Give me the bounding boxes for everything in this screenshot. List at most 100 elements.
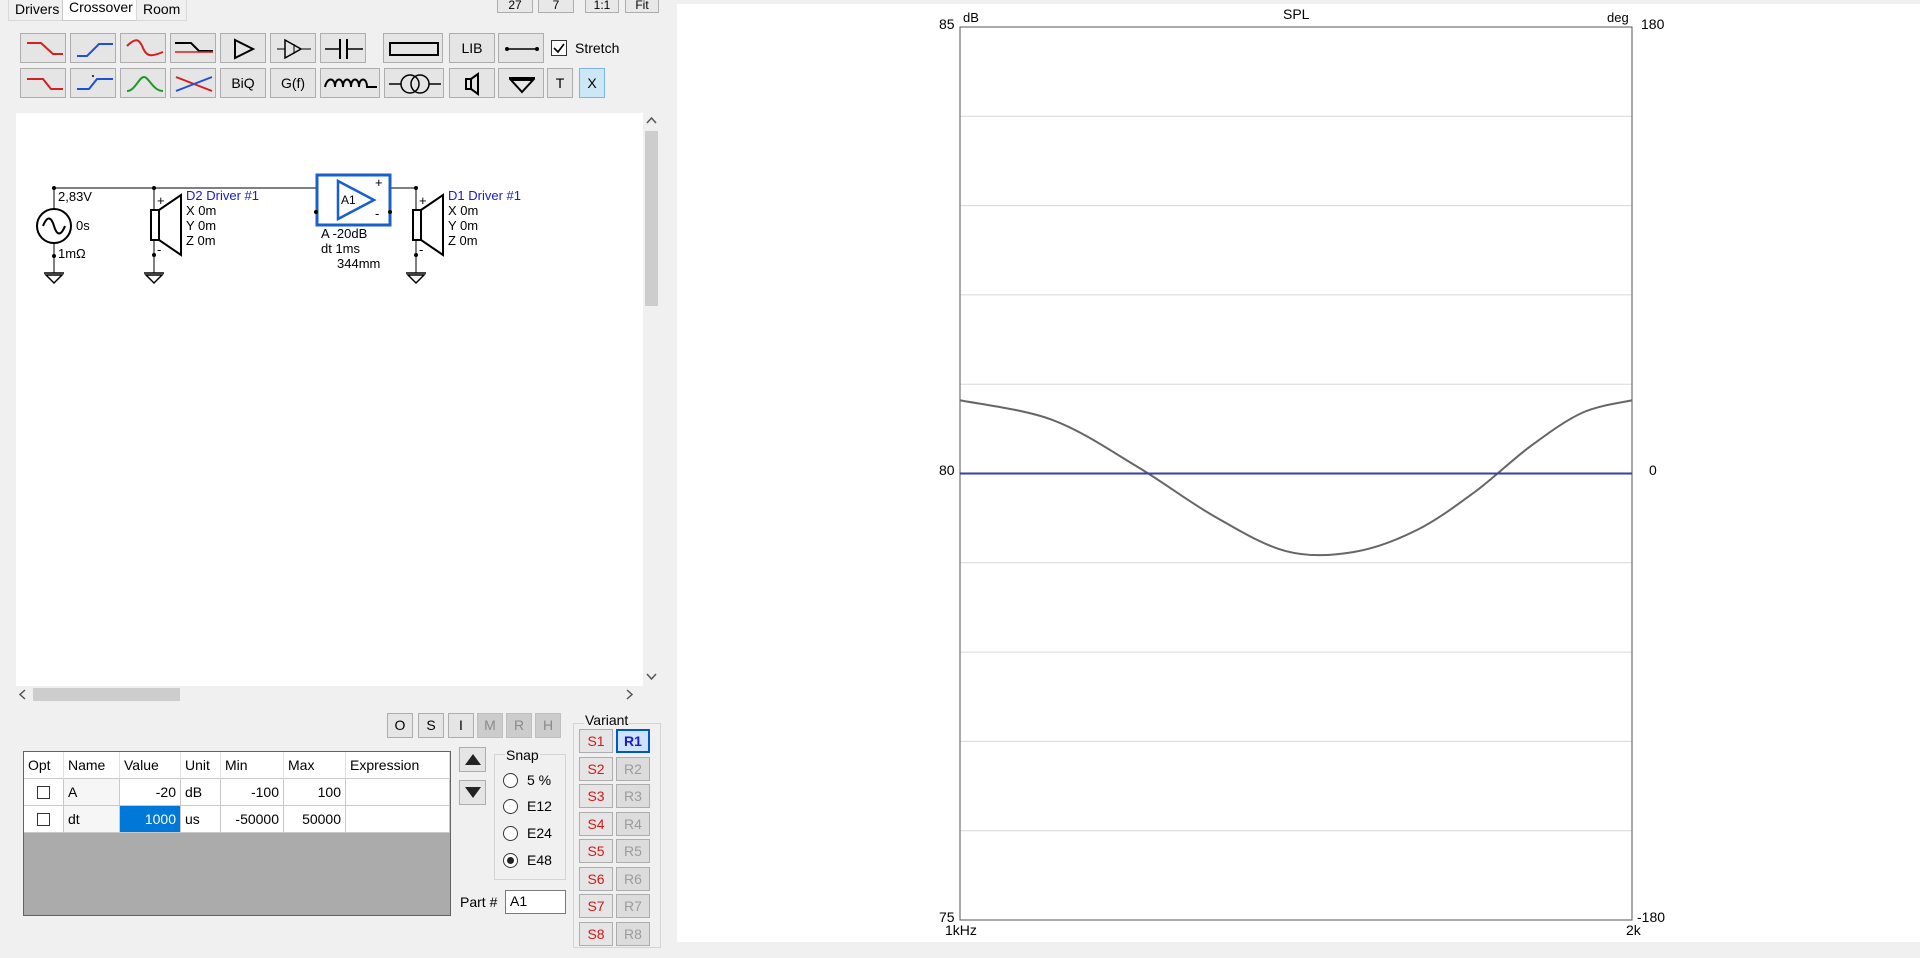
resistor-tool-button[interactable] bbox=[383, 33, 443, 63]
row-a-min[interactable]: -100 bbox=[221, 779, 284, 806]
snap-e48-label: E48 bbox=[527, 852, 552, 868]
variant-s6-button[interactable]: S6 bbox=[579, 866, 613, 891]
move-down-button[interactable] bbox=[459, 780, 486, 805]
table-row-opt-cell[interactable] bbox=[24, 806, 64, 833]
lowpass2-tool-button[interactable] bbox=[20, 68, 66, 98]
shelf-tool-button[interactable] bbox=[170, 33, 216, 63]
highpass2-tool-button[interactable] bbox=[70, 68, 116, 98]
speaker-tool-button[interactable] bbox=[449, 68, 495, 98]
chart-title: SPL bbox=[1283, 6, 1310, 22]
variant-s8-button[interactable]: S8 bbox=[579, 921, 613, 946]
row-a-name[interactable]: A bbox=[64, 779, 120, 806]
row-a-max[interactable]: 100 bbox=[284, 779, 346, 806]
tab-crossover[interactable]: Crossover bbox=[62, 0, 140, 21]
row-dt-opt-checkbox[interactable] bbox=[37, 813, 50, 826]
transformer-tool-button[interactable] bbox=[384, 68, 444, 98]
variant-s1-button[interactable]: S1 bbox=[579, 729, 613, 753]
table-row-opt-cell[interactable] bbox=[24, 779, 64, 806]
snap-e24-label: E24 bbox=[527, 825, 552, 841]
y-tick-left-85: 85 bbox=[939, 16, 955, 32]
tab-drivers[interactable]: Drivers bbox=[8, 0, 67, 21]
text-tool-button[interactable]: T bbox=[547, 68, 573, 98]
zoom-fit-button[interactable]: Fit bbox=[625, 0, 659, 13]
variant-r7-button[interactable]: R7 bbox=[616, 894, 650, 918]
mode-o-button[interactable]: O bbox=[387, 713, 413, 738]
row-a-value[interactable]: -20 bbox=[120, 779, 181, 806]
row-dt-min[interactable]: -50000 bbox=[221, 806, 284, 833]
capacitor-tool-button[interactable] bbox=[320, 33, 366, 63]
zoom-27-button[interactable]: 27 bbox=[497, 0, 533, 13]
zoom-7-button[interactable]: 7 bbox=[538, 0, 574, 13]
schematic-vertical-scrollbar[interactable] bbox=[643, 113, 660, 686]
vertical-scroll-thumb[interactable] bbox=[645, 131, 658, 306]
y-tick-right-neg180: -180 bbox=[1637, 909, 1666, 925]
tab-room[interactable]: Room bbox=[136, 0, 188, 21]
buffer-tool-button[interactable] bbox=[270, 33, 316, 63]
transfer-function-button[interactable]: G(f) bbox=[270, 68, 316, 98]
move-up-button[interactable] bbox=[459, 747, 486, 772]
mode-r-button[interactable]: R bbox=[506, 713, 532, 738]
variant-r6-button[interactable]: R6 bbox=[616, 866, 650, 891]
amp-minus: - bbox=[375, 206, 380, 221]
variant-s2-button[interactable]: S2 bbox=[579, 756, 613, 781]
amplifier-tool-button[interactable] bbox=[220, 33, 266, 63]
variant-r5-button[interactable]: R5 bbox=[616, 839, 650, 863]
row-dt-value[interactable]: 1000 bbox=[120, 806, 181, 833]
row-dt-expression[interactable] bbox=[346, 806, 450, 833]
bandpass-tool-button[interactable] bbox=[120, 33, 166, 63]
variant-s4-button[interactable]: S4 bbox=[579, 811, 613, 836]
inductor-tool-button[interactable] bbox=[320, 68, 380, 98]
d1-driver-name[interactable]: D1 Driver #1 bbox=[448, 189, 521, 203]
y-axis-left-unit: dB bbox=[963, 10, 979, 25]
row-dt-max[interactable]: 50000 bbox=[284, 806, 346, 833]
highpass-tool-button[interactable] bbox=[70, 33, 116, 63]
mode-h-button[interactable]: H bbox=[535, 713, 561, 738]
variant-r3-button[interactable]: R3 bbox=[616, 784, 650, 808]
snap-e48-radio[interactable] bbox=[503, 853, 518, 868]
y-axis-right-unit: deg bbox=[1607, 10, 1629, 25]
snap-5pct-radio[interactable] bbox=[503, 773, 518, 788]
header-max: Max bbox=[284, 752, 346, 779]
variant-s5-button[interactable]: S5 bbox=[579, 839, 613, 863]
row-dt-name[interactable]: dt bbox=[64, 806, 120, 833]
mode-i-button[interactable]: I bbox=[448, 713, 474, 738]
part-number-input[interactable]: A1 bbox=[505, 890, 566, 914]
variant-r1-button[interactable]: R1 bbox=[616, 729, 650, 753]
header-value: Value bbox=[120, 752, 181, 779]
d2-driver-name[interactable]: D2 Driver #1 bbox=[186, 189, 259, 203]
bandpass-green-tool-button[interactable] bbox=[120, 68, 166, 98]
stretch-checkbox[interactable] bbox=[551, 40, 567, 56]
spl-chart-panel[interactable]: SPL dB deg 85 80 75 180 0 -180 1kHz 2k bbox=[677, 4, 1920, 942]
amp-label[interactable]: A1 bbox=[341, 193, 356, 207]
amp-gain: A -20dB bbox=[321, 226, 368, 241]
row-a-opt-checkbox[interactable] bbox=[37, 786, 50, 799]
wire-tool-button[interactable] bbox=[498, 33, 544, 63]
notch-tool-button[interactable] bbox=[170, 68, 216, 98]
biquad-button[interactable]: BiQ bbox=[220, 68, 266, 98]
variant-r4-button[interactable]: R4 bbox=[616, 811, 650, 836]
snap-e12-radio[interactable] bbox=[503, 799, 518, 814]
snap-e24-radio[interactable] bbox=[503, 826, 518, 841]
parameter-grid[interactable]: Opt Name Value Unit Min Max Expression A… bbox=[23, 751, 451, 916]
variant-r8-button[interactable]: R8 bbox=[616, 921, 650, 946]
transformer-icon bbox=[389, 74, 441, 94]
horizontal-scroll-thumb[interactable] bbox=[33, 688, 180, 701]
lowpass-tool-button[interactable] bbox=[20, 33, 66, 63]
schematic-canvas[interactable]: 2,83V 0s 1mΩ + - D2 Driver #1 X 0m Y 0m … bbox=[16, 113, 643, 686]
variant-s7-button[interactable]: S7 bbox=[579, 894, 613, 918]
ground-tool-button[interactable] bbox=[498, 68, 544, 98]
library-button[interactable]: LIB bbox=[449, 33, 495, 63]
stretch-label: Stretch bbox=[575, 40, 620, 56]
variant-r2-button[interactable]: R2 bbox=[616, 756, 650, 781]
lowpass-red-icon bbox=[27, 42, 63, 55]
row-dt-unit: us bbox=[181, 806, 221, 833]
delete-tool-button[interactable]: X bbox=[579, 68, 605, 98]
variant-s3-button[interactable]: S3 bbox=[579, 784, 613, 808]
mode-m-button[interactable]: M bbox=[477, 713, 503, 738]
schematic-horizontal-scrollbar[interactable] bbox=[16, 686, 643, 703]
mode-s-button[interactable]: S bbox=[418, 713, 444, 738]
row-a-expression[interactable] bbox=[346, 779, 450, 806]
scroll-left-icon bbox=[18, 689, 26, 700]
zoom-1to1-button[interactable]: 1:1 bbox=[585, 0, 619, 13]
scroll-up-icon bbox=[646, 116, 657, 124]
